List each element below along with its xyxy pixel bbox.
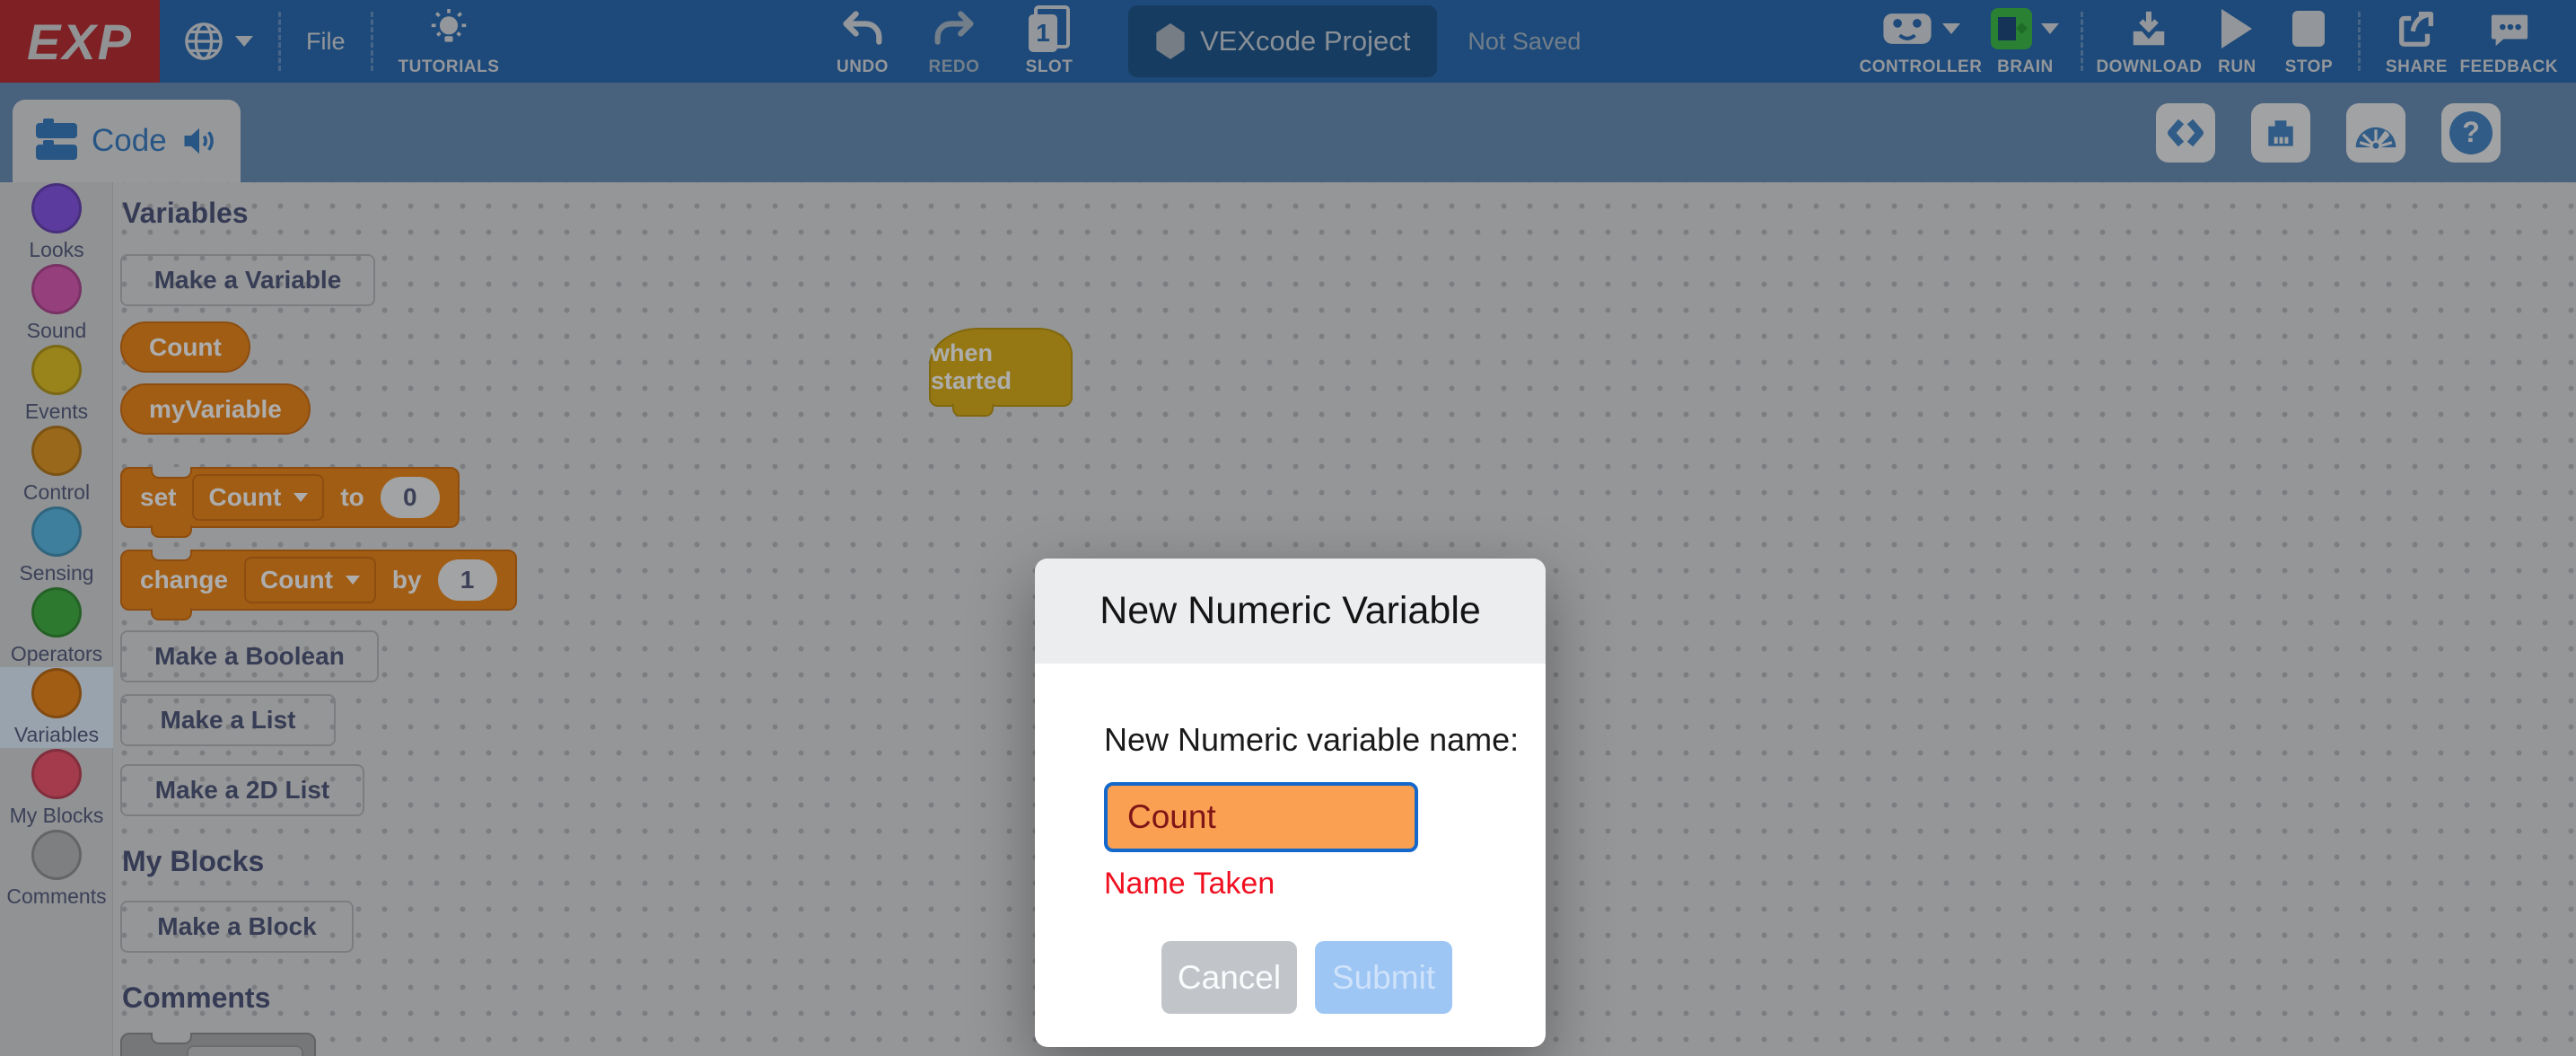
modal-actions: Cancel Submit: [1161, 941, 1546, 1014]
cancel-button[interactable]: Cancel: [1161, 941, 1297, 1014]
modal-title: New Numeric Variable: [1100, 589, 1481, 633]
name-taken-error: Name Taken: [1104, 867, 1546, 902]
variable-name-input[interactable]: [1104, 782, 1418, 852]
modal-header: New Numeric Variable: [1035, 559, 1546, 664]
new-variable-modal: New Numeric Variable New Numeric variabl…: [1035, 559, 1546, 1047]
variable-name-label: New Numeric variable name:: [1104, 721, 1546, 759]
modal-body: New Numeric variable name: Name Taken Ca…: [1035, 664, 1546, 1014]
submit-button[interactable]: Submit: [1315, 941, 1452, 1014]
